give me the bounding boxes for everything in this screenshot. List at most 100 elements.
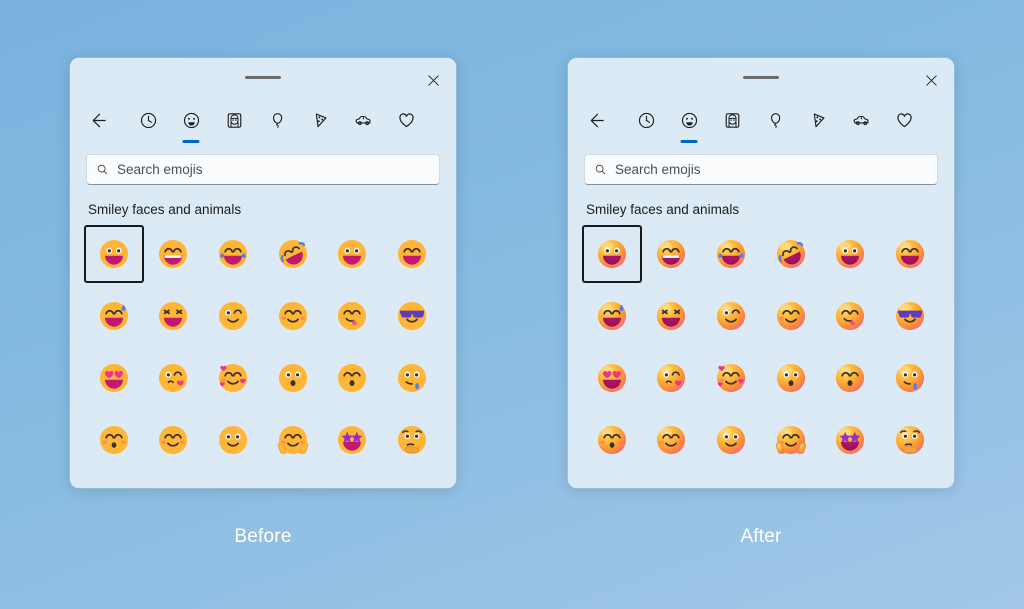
tab-clock[interactable]: [632, 106, 660, 134]
emoji-cell[interactable]: [144, 411, 204, 469]
emoji-cell[interactable]: [203, 349, 263, 407]
emoji-cell[interactable]: [582, 411, 642, 469]
kissing-face-closed-eyes-emoji: [594, 422, 630, 458]
emoji-cell[interactable]: [323, 349, 383, 407]
emoji-cell[interactable]: [701, 287, 761, 345]
smiling-face-with-open-hands-emoji: [275, 422, 311, 458]
emoji-cell[interactable]: [761, 411, 821, 469]
emoji-cell[interactable]: [203, 287, 263, 345]
panel-caption: Before: [234, 526, 292, 547]
emoji-cell[interactable]: [323, 225, 383, 283]
emoji-cell[interactable]: [761, 349, 821, 407]
emoji-cell[interactable]: [821, 411, 881, 469]
emoji-cell[interactable]: [203, 225, 263, 283]
emoji-cell[interactable]: [880, 225, 940, 283]
thinking-face-emoji: [892, 422, 928, 458]
emoji-cell[interactable]: [144, 287, 204, 345]
emoji-cell[interactable]: [382, 411, 442, 469]
emoji-cell[interactable]: [323, 411, 383, 469]
emoji-cell[interactable]: [642, 349, 702, 407]
drag-handle[interactable]: [245, 76, 281, 79]
smiling-face-with-hearts-emoji: [713, 360, 749, 396]
tab-smiley[interactable]: [177, 106, 205, 143]
emoji-cell[interactable]: [263, 225, 323, 283]
emoji-cell[interactable]: [263, 287, 323, 345]
emoji-cell[interactable]: [701, 225, 761, 283]
tab-heart[interactable]: [890, 106, 918, 134]
grinning-face-smiling-eyes-emoji: [892, 236, 928, 272]
emoji-cell[interactable]: [642, 411, 702, 469]
emoji-cell[interactable]: [821, 349, 881, 407]
emoji-cell[interactable]: [582, 287, 642, 345]
emoji-cell-selected[interactable]: [582, 225, 642, 283]
emoji-cell[interactable]: [701, 349, 761, 407]
drag-handle[interactable]: [743, 76, 779, 79]
emoji-cell[interactable]: [821, 287, 881, 345]
back-button[interactable]: [582, 106, 610, 134]
slightly-smiling-face-emoji: [713, 422, 749, 458]
panel-column-after: Search emojis Smiley faces and animals Aft…: [568, 58, 954, 548]
relieved-face-emoji: [155, 422, 191, 458]
panel-column-before: Search emojis Smiley faces and animals Bef…: [70, 58, 456, 548]
emoji-cell[interactable]: [880, 349, 940, 407]
emoji-cell[interactable]: [701, 411, 761, 469]
winking-face-emoji: [713, 298, 749, 334]
smiling-face-with-hearts-emoji: [215, 360, 251, 396]
smiling-face-with-heart-eyes-emoji: [594, 360, 630, 396]
grinning-face-big-eyes-emoji: [832, 236, 868, 272]
emoji-cell[interactable]: [582, 349, 642, 407]
tab-smiley[interactable]: [675, 106, 703, 143]
tab-car[interactable]: [847, 106, 875, 134]
emoji-cell[interactable]: [880, 287, 940, 345]
grinning-face-emoji: [96, 236, 132, 272]
face-savoring-food-emoji: [832, 298, 868, 334]
section-title: Smiley faces and animals: [88, 202, 242, 217]
emoji-cell[interactable]: [382, 349, 442, 407]
tab-balloon[interactable]: [263, 106, 291, 134]
emoji-cell[interactable]: [203, 411, 263, 469]
tab-pizza[interactable]: [804, 106, 832, 134]
back-button[interactable]: [84, 106, 112, 134]
emoji-cell[interactable]: [263, 349, 323, 407]
emoji-cell[interactable]: [84, 349, 144, 407]
active-tab-indicator: [680, 140, 698, 143]
emoji-cell-selected[interactable]: [84, 225, 144, 283]
tab-heart[interactable]: [392, 106, 420, 134]
emoji-cell[interactable]: [880, 411, 940, 469]
close-button[interactable]: [420, 67, 446, 93]
close-button[interactable]: [918, 67, 944, 93]
emoji-cell[interactable]: [761, 287, 821, 345]
emoji-cell[interactable]: [144, 225, 204, 283]
category-toolbar: [70, 98, 456, 143]
kissing-face-smiling-eyes-emoji: [334, 360, 370, 396]
emoji-cell[interactable]: [642, 287, 702, 345]
search-input[interactable]: Search emojis: [86, 154, 440, 185]
slightly-smiling-face-emoji: [215, 422, 251, 458]
tab-balloon[interactable]: [761, 106, 789, 134]
squinting-face-with-tongue-emoji: [155, 298, 191, 334]
tab-person[interactable]: [220, 106, 248, 134]
emoji-panel-before: Search emojis Smiley faces and animals: [70, 58, 456, 488]
emoji-cell[interactable]: [821, 225, 881, 283]
kissing-face-emoji: [275, 360, 311, 396]
emoji-cell[interactable]: [263, 411, 323, 469]
smiling-face-with-sunglasses-emoji: [394, 298, 430, 334]
emoji-cell[interactable]: [84, 411, 144, 469]
emoji-cell[interactable]: [323, 287, 383, 345]
emoji-cell[interactable]: [144, 349, 204, 407]
emoji-cell[interactable]: [382, 225, 442, 283]
emoji-cell[interactable]: [382, 287, 442, 345]
tab-car[interactable]: [349, 106, 377, 134]
face-with-tears-of-joy-emoji: [215, 236, 251, 272]
emoji-cell[interactable]: [761, 225, 821, 283]
search-input[interactable]: Search emojis: [584, 154, 938, 185]
emoji-cell[interactable]: [642, 225, 702, 283]
section-title: Smiley faces and animals: [586, 202, 740, 217]
tab-clock[interactable]: [134, 106, 162, 134]
smiling-face-smiling-eyes-emoji: [275, 298, 311, 334]
tab-pizza[interactable]: [306, 106, 334, 134]
tab-person[interactable]: [718, 106, 746, 134]
drooling-face-emoji: [892, 360, 928, 396]
emoji-cell[interactable]: [84, 287, 144, 345]
grinning-face-sweat-emoji: [96, 298, 132, 334]
